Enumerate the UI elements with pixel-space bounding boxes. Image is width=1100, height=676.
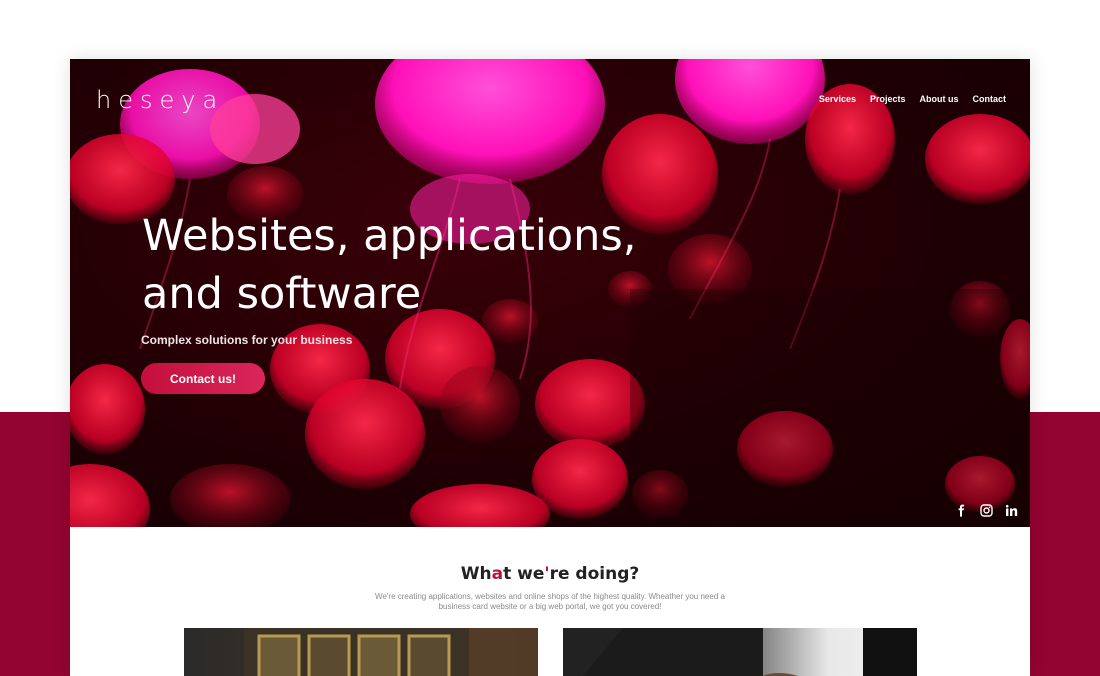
hero-subtitle: Complex solutions for your business: [141, 333, 353, 347]
contact-us-button[interactable]: Contact us!: [141, 363, 265, 394]
main-nav: Services Projects About us Contact: [819, 94, 1006, 104]
website-frame: heseya Services Projects About us Contac…: [70, 59, 1030, 676]
nav-item-contact[interactable]: Contact: [973, 94, 1007, 104]
nav-item-projects[interactable]: Projects: [870, 94, 906, 104]
section-title-start: Wh: [460, 564, 492, 584]
instagram-icon[interactable]: [980, 504, 993, 517]
logo[interactable]: heseya: [96, 86, 224, 114]
service-card-image: [563, 628, 917, 676]
social-links: [955, 504, 1018, 517]
service-card-websites[interactable]: [184, 628, 538, 676]
nav-item-services[interactable]: Services: [819, 94, 856, 104]
service-card-applications[interactable]: [563, 628, 917, 676]
linkedin-icon[interactable]: [1005, 504, 1018, 517]
nav-item-about-us[interactable]: About us: [920, 94, 959, 104]
hero-title: Websites, applications, and software: [142, 211, 637, 319]
section-title-end: re doing?: [549, 564, 640, 584]
section-description: We're creating applications, websites an…: [375, 592, 725, 611]
facebook-icon[interactable]: [955, 504, 968, 517]
service-card-image: [244, 628, 538, 676]
section-title-accent: a: [491, 564, 504, 584]
hero-section: heseya Services Projects About us Contac…: [70, 59, 1030, 527]
section-title: What we're doing?: [70, 564, 1030, 584]
section-title-mid: t we: [503, 564, 545, 584]
